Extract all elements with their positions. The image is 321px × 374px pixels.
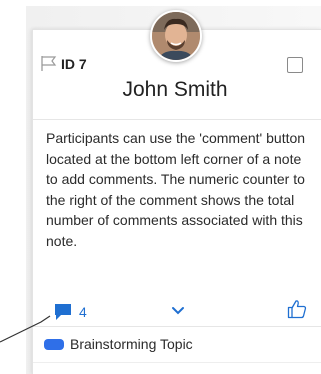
note-card-view: ID 7 John Smith Participants can use the… [0,0,321,374]
comment-count: 4 [79,304,87,320]
comment-button[interactable]: 4 [53,302,87,322]
flag-outline-icon[interactable] [40,55,57,72]
chevron-down-icon[interactable] [171,306,185,316]
avatar [150,10,202,62]
divider [33,119,321,120]
checkbox-unchecked-icon[interactable] [287,57,303,73]
author-name: John Smith [122,78,228,101]
thumbs-up-outline-icon[interactable] [287,299,307,319]
topic-label: Brainstorming Topic [70,336,193,352]
comment-bubble-icon [55,304,71,320]
note-id: ID 7 [61,56,87,72]
topic-color-swatch [44,338,64,350]
divider [33,326,321,327]
divider [33,362,321,363]
note-body: Participants can use the 'comment' butto… [46,130,306,249]
topic-tag[interactable]: Brainstorming Topic [44,335,193,353]
